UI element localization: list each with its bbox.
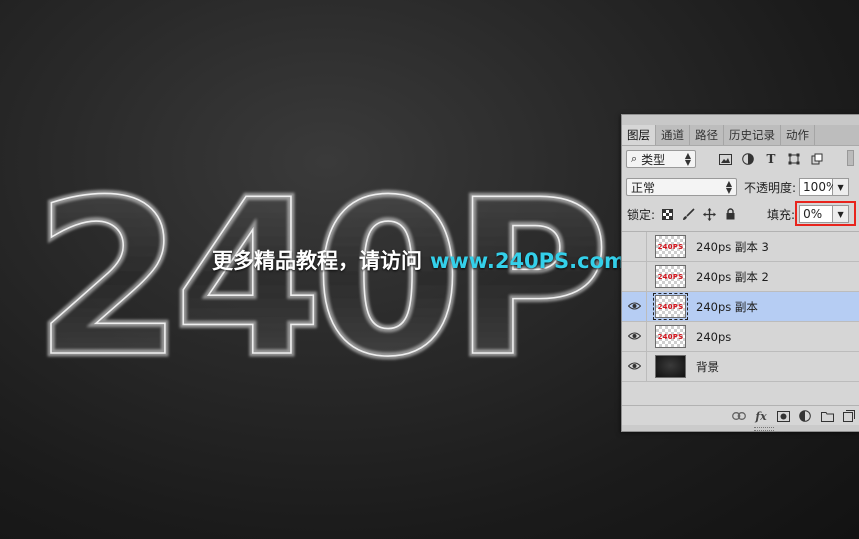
filter-row: ⌕ 类型 ▲ ▼ T <box>622 149 859 169</box>
eye-icon <box>627 360 641 373</box>
search-icon: ⌕ <box>631 152 638 165</box>
new-group-icon[interactable] <box>816 408 838 424</box>
tab-layers[interactable]: 图层 <box>622 125 656 145</box>
link-layers-icon[interactable] <box>728 408 750 424</box>
layer-row-copy-2[interactable]: 240PS 240ps 副本 2 <box>622 261 859 292</box>
fill-highlight-box <box>795 201 856 226</box>
visibility-toggle[interactable] <box>622 321 647 352</box>
lock-all-icon[interactable] <box>724 208 737 221</box>
layer-thumbnail: 240PS <box>655 235 686 258</box>
tab-history[interactable]: 历史记录 <box>724 125 781 145</box>
lock-position-icon[interactable] <box>703 207 717 221</box>
new-layer-icon[interactable] <box>838 408 859 424</box>
updown-arrows-icon: ▲ ▼ <box>684 151 691 167</box>
layer-name[interactable]: 240ps <box>696 330 731 344</box>
kind-filter-label: 类型 <box>641 152 666 167</box>
eye-icon <box>627 330 641 343</box>
layer-name[interactable]: 240ps 副本 3 <box>696 239 769 255</box>
visibility-toggle[interactable] <box>622 291 647 322</box>
layer-row-240ps[interactable]: 240PS 240ps <box>622 321 859 352</box>
watermark-url: www.240PS.com <box>430 249 626 273</box>
visibility-toggle[interactable] <box>622 351 647 382</box>
visibility-toggle[interactable] <box>622 231 647 262</box>
blend-mode-value: 正常 <box>631 180 656 195</box>
opacity-input[interactable]: 100% <box>799 178 837 196</box>
chevron-down-icon: ▼ <box>837 182 844 192</box>
add-mask-icon[interactable] <box>772 408 794 424</box>
layer-thumbnail: 240PS <box>655 265 686 288</box>
type-filter-icon[interactable]: T <box>764 152 778 166</box>
watermark: 更多精品教程，请访问 www.240PS.com <box>212 245 626 275</box>
blend-mode-select[interactable]: 正常 ▲ ▼ <box>626 178 737 196</box>
layers-panel: 图层 通道 路径 历史记录 动作 ⌕ 类型 ▲ ▼ T 正常 ▲ ▼ 不透明度:… <box>621 114 859 432</box>
blend-row: 正常 ▲ ▼ 不透明度: 100% ▼ <box>622 177 859 197</box>
tab-channels[interactable]: 通道 <box>656 125 690 145</box>
fx-icon[interactable]: fx <box>750 408 772 424</box>
panel-resize-grip[interactable] <box>622 425 859 431</box>
smart-object-filter-icon[interactable] <box>810 152 824 166</box>
layer-name[interactable]: 背景 <box>696 359 719 375</box>
adjustment-filter-icon[interactable] <box>741 152 755 166</box>
image-filter-icon[interactable] <box>718 152 732 166</box>
panel-tabs: 图层 通道 路径 历史记录 动作 <box>622 125 859 146</box>
lock-transparent-pixels-icon[interactable] <box>661 208 674 221</box>
layer-row-copy[interactable]: 240PS 240ps 副本 <box>622 291 859 322</box>
layer-thumbnail: 240PS <box>655 325 686 348</box>
filter-toggle-switch[interactable] <box>847 150 854 166</box>
watermark-text: 更多精品教程，请访问 <box>212 249 422 273</box>
tab-actions[interactable]: 动作 <box>781 125 815 145</box>
layer-thumbnail: 240PS <box>653 293 688 320</box>
layer-name[interactable]: 240ps 副本 <box>696 299 758 315</box>
opacity-dropdown-button[interactable]: ▼ <box>833 178 850 196</box>
layer-row-background[interactable]: 背景 <box>622 351 859 382</box>
layer-name[interactable]: 240ps 副本 2 <box>696 269 769 285</box>
panel-footer: fx <box>622 405 859 426</box>
lock-image-pixels-icon[interactable] <box>682 207 695 221</box>
layer-row-copy-3[interactable]: 240PS 240ps 副本 3 <box>622 231 859 262</box>
layer-thumbnail <box>655 355 686 378</box>
layers-list: 240PS 240ps 副本 3 240PS 240ps 副本 2 240PS … <box>622 231 859 406</box>
visibility-toggle[interactable] <box>622 261 647 292</box>
kind-filter-select[interactable]: ⌕ 类型 ▲ ▼ <box>626 150 696 168</box>
updown-arrows-icon: ▲ ▼ <box>725 179 732 195</box>
fill-label: 填充: <box>767 207 796 222</box>
eye-icon <box>627 300 641 313</box>
shape-filter-icon[interactable] <box>787 152 801 166</box>
adjustment-layer-icon[interactable] <box>794 408 816 424</box>
tab-paths[interactable]: 路径 <box>690 125 724 145</box>
lock-label: 锁定: <box>627 207 656 222</box>
opacity-label: 不透明度: <box>744 180 797 195</box>
